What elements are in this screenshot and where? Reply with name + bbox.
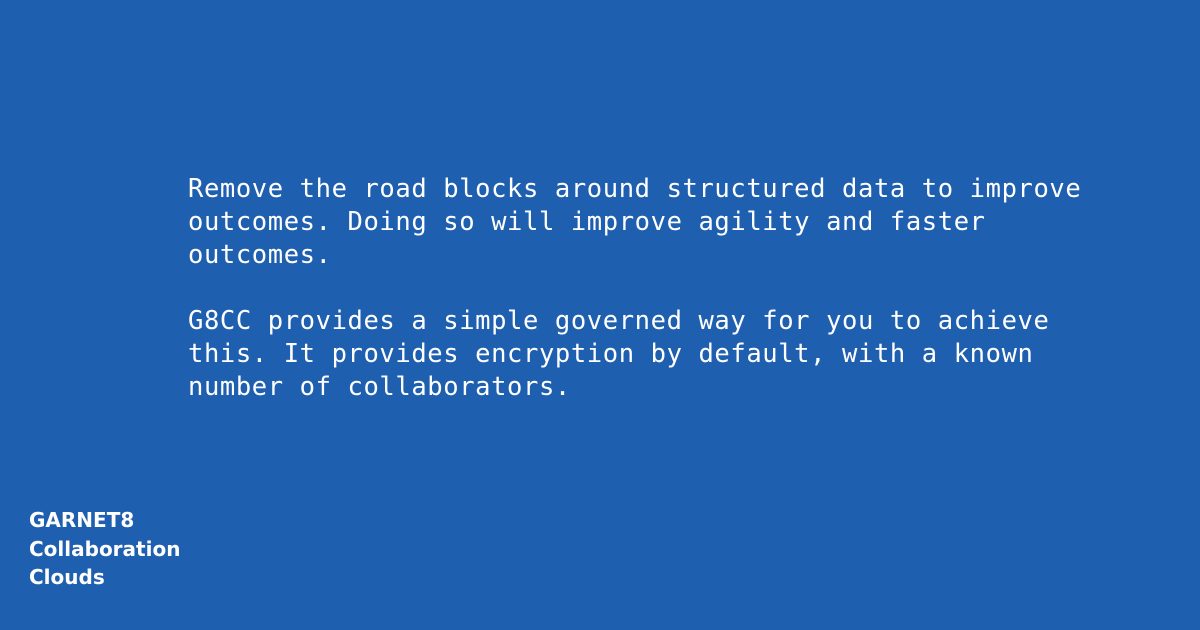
brand-line-garnet8: GARNET8 [29,508,135,532]
brand-line-collaboration: Collaboration [29,536,181,561]
brand-line-clouds: Clouds [29,565,105,589]
description-paragraph: G8CC provides a simple governed way for … [188,306,1050,402]
main-content: Remove the road blocks around structured… [188,173,1168,404]
brand-wordmark: GARNET8 Collaboration Clouds [29,506,180,592]
intro-paragraph: Remove the road blocks around structured… [188,174,1082,270]
